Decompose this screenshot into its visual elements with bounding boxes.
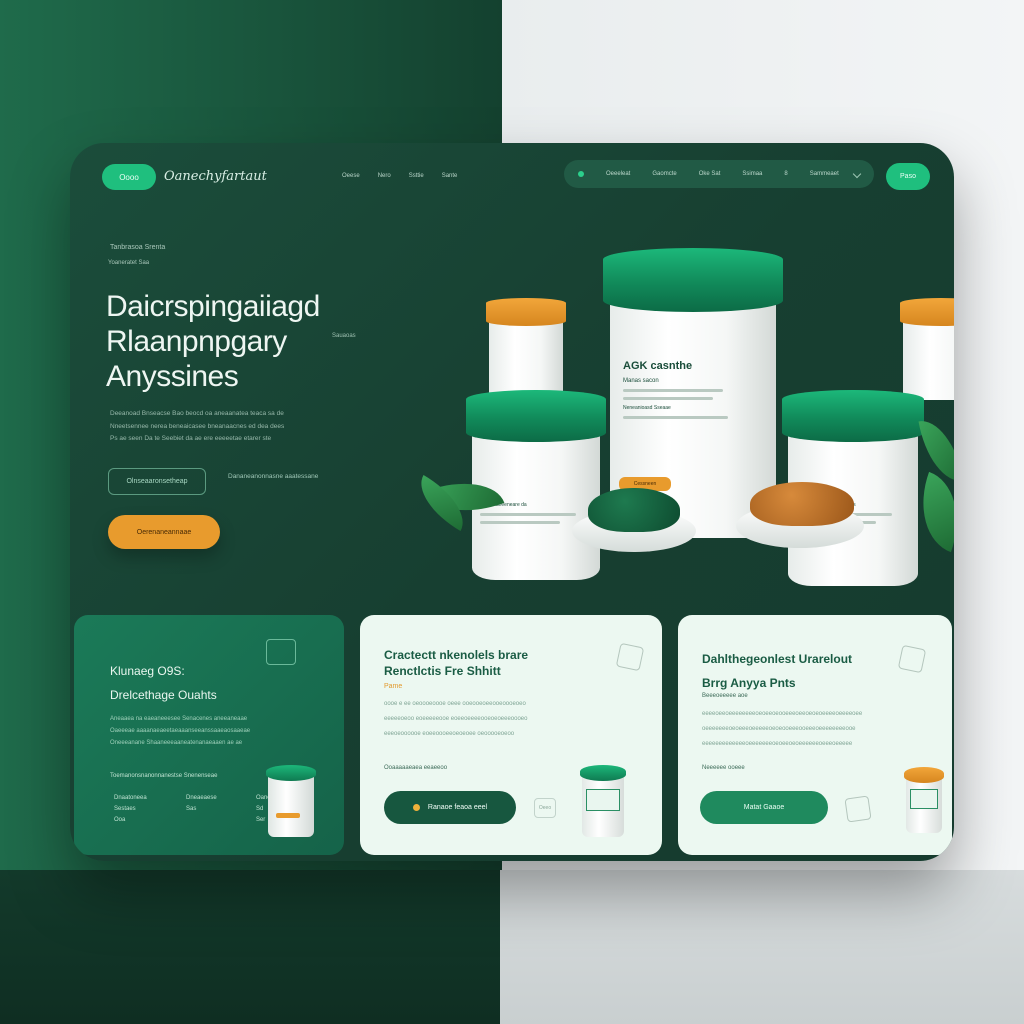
center-jar-line: Neneanioasd Sseaae xyxy=(623,405,671,411)
orange-pellet-pile xyxy=(750,482,854,526)
card-2-body: oooe e ee oeoooeoooe oeee ooeooeoeeooeoo… xyxy=(384,697,629,742)
stat-1-line-1: Dnaatoneea xyxy=(114,795,147,801)
backdrop-left xyxy=(0,870,500,1024)
left-front-jar: Semanaeeeneare da xyxy=(466,390,606,580)
nav-link-3[interactable]: Ssttie xyxy=(409,173,424,179)
hero-title-line-3: Anyssines xyxy=(106,360,239,393)
header-left-pill-button[interactable]: Oooo xyxy=(102,164,156,190)
card-2-title: Cractectt nkenolels brare Renctlctis Fre… xyxy=(384,647,528,679)
hero-title-line-2: Rlaanpnpgary xyxy=(106,325,287,358)
card-2-body-line-2: eeeeeoeoo eoeeeeeooe eoeeoeeeeooeoeoeeeo… xyxy=(384,716,528,722)
feature-card-1[interactable]: Klunaeg O9S: Drelcethage Ouahts Aneaaea … xyxy=(74,615,344,855)
card-1-stat-3: Oanea Sd Ser xyxy=(256,793,274,826)
hero-body-line-3: Ps ae seen Da te Seebiet da ae ere eeeee… xyxy=(110,435,272,442)
card-2-button-label: Ranaoe feaoa eeel xyxy=(427,804,488,811)
center-jar-sub: Manas sacon xyxy=(623,378,659,384)
card-2-title-line-2: Renctlctis Fre Shhitt xyxy=(384,664,501,678)
stat-1-line-3: Ooa xyxy=(114,817,126,823)
card-3-body-line-3: eeeeeeeeeeeeeoeeeeeeeoeoeeoeoeeeeeeoeeeo… xyxy=(702,741,853,747)
nav-bar-item-2[interactable]: Gaomcte xyxy=(652,171,676,177)
card-1-footer: Toemanonsnanonnanestse Snenenseae xyxy=(110,773,218,779)
card-2-body-line-3: eeeoeoooooe eoeeoooeeoeoeoee oeooooeoeoo xyxy=(384,731,515,737)
hero-title-line-1: Daicrspingaiiagd xyxy=(106,290,320,323)
card-3-body: eeeeoeeoeeeeeeeeoeoeeoeooeeeoeeoeoeoeeee… xyxy=(702,707,922,752)
hero-description: Deeanoad Bnseacse Bao beocd oa aneaanate… xyxy=(110,408,360,446)
card-1-body-line-1: Aneaaea na eaeaneeesee Senacenes aneeane… xyxy=(110,716,248,722)
card-3-title: Dahlthegeonlest Urarelout Brrg Anyya Pnt… xyxy=(702,647,852,695)
brand-logo-text[interactable]: Oanechyfartaut xyxy=(164,169,267,184)
card-2-body-line-1: oooe e ee oeoooeoooe oeee ooeooeoeeooeoo… xyxy=(384,701,526,707)
hero-secondary-link[interactable]: Dananeanonnasne aaatessane xyxy=(228,472,318,482)
card-1-stat-2: Dneaeaese Sas xyxy=(186,793,217,826)
card-2-action-button[interactable]: Ranaoe feaoa eeel xyxy=(384,791,516,824)
primary-nav: Oeese Nero Ssttie Sante xyxy=(342,173,457,179)
backdrop-right xyxy=(500,870,1024,1024)
stat-3-line-1: Oanea xyxy=(255,795,274,801)
card-3-footer: Neeeeee ooeee xyxy=(702,765,745,771)
app-window: Oooo Oanechyfartaut Oeese Nero Ssttie Sa… xyxy=(70,143,954,861)
feature-card-2[interactable]: Cractectt nkenolels brare Renctlctis Fre… xyxy=(360,615,662,855)
nav-link-4[interactable]: Sante xyxy=(442,173,458,179)
document-icon xyxy=(266,639,296,665)
status-dot-icon xyxy=(578,171,584,177)
card-3-action-button[interactable]: Matat Gaaoe xyxy=(700,791,828,824)
hero-body-line-2: Nneetsennee nerea beneaicasee bneanaacne… xyxy=(110,422,285,430)
chevron-down-icon[interactable] xyxy=(852,169,862,179)
card-1-stats: Dnaatoneea Sestaes Ooa Dneaeaese Sas Oan… xyxy=(114,793,274,826)
nav-bar-item-1[interactable]: Oeeeleat xyxy=(606,171,630,177)
card-1-stat-1: Dnaatoneea Sestaes Ooa xyxy=(114,793,147,826)
card-2-subtitle: Pame xyxy=(384,683,403,690)
card-3-body-line-2: oeeeeeeeoeoeeeoeeeeeoeoeooeeeooeeeoeeeee… xyxy=(702,726,856,732)
stat-2-line-1: Dneaeaese xyxy=(185,795,217,801)
bulb-icon xyxy=(412,804,420,811)
hero-side-note: Sauaoas xyxy=(332,333,356,339)
card-1-body: Aneaaea na eaeaneeesee Senacenes aneeane… xyxy=(110,713,310,749)
green-pellet-pile xyxy=(588,488,680,532)
stat-1-line-2: Sestaes xyxy=(114,806,136,812)
nav-bar-item-3[interactable]: Oke Sat xyxy=(699,171,721,177)
nav-bar-item-4[interactable]: Ssimaa xyxy=(742,171,762,177)
card-1-title-line-2: Drelcethage Ouahts xyxy=(110,688,217,702)
card-2-title-line-1: Cractectt nkenolels brare xyxy=(384,648,529,662)
stat-2-line-2: Sas xyxy=(185,806,197,812)
feature-card-3[interactable]: Dahlthegeonlest Urarelout Brrg Anyya Pnt… xyxy=(678,615,952,855)
header-right-pill-button[interactable]: Paso xyxy=(886,163,930,190)
card-2-tag[interactable]: Oeeo xyxy=(534,798,556,818)
hero-eyebrow: Tanbrasoa Srenta xyxy=(110,244,166,251)
card-2-product-jar xyxy=(580,765,626,837)
center-jar-label: AGK casnthe Manas sacon Neneanioasd Ssea… xyxy=(623,360,743,424)
hero-eyebrow-secondary: Yoaneratet Saa xyxy=(108,260,150,266)
card-3-title-line-1: Dahlthegeonlest Urarelout xyxy=(702,652,853,666)
stat-3-line-2: Sd xyxy=(255,806,264,812)
card-3-title-line-2: Brrg Anyya Pnts xyxy=(702,676,796,690)
nav-bar-item-6[interactable]: Sammeaet xyxy=(810,171,839,177)
tag-icon xyxy=(615,642,645,672)
card-3-body-line-1: eeeeoeeoeeeeeeeeoeoeeoeooeeeoeeoeoeoeeee… xyxy=(702,711,863,717)
hero-cta-button[interactable]: Oerenaneannaae xyxy=(108,515,220,549)
product-hero-image: AGK casnthe Manas sacon Neneanioasd Ssea… xyxy=(370,238,954,598)
card-2-footer: Ooaaaaaeaea eeaeeoo xyxy=(384,765,448,771)
card-3-secondary-icon[interactable] xyxy=(844,795,872,823)
hero-outline-button[interactable]: Olnseaaronsetheap xyxy=(108,468,206,495)
center-jar-title: AGK casnthe xyxy=(623,360,693,372)
hero-title: Daicrspingaiiagd Rlaanpnpgary Anyssines xyxy=(106,289,396,394)
card-1-body-line-3: Oneeeanane Shaaneeeaaneatenanaeaaen ae a… xyxy=(110,740,243,746)
card-1-title-line-1: Klunaeg O9S: xyxy=(110,664,185,678)
hero-body-line-1: Deeanoad Bnseacse Bao beocd oa aneaanate… xyxy=(110,410,284,417)
nav-link-1[interactable]: Oeese xyxy=(342,173,360,179)
secondary-nav-bar: Oeeeleat Gaomcte Oke Sat Ssimaa 8 Sammea… xyxy=(564,160,874,188)
card-1-body-line-2: Oaeeeae aaaanaeaeetaeaaanseeanssaaeaosaa… xyxy=(110,728,251,734)
nav-bar-item-5[interactable]: 8 xyxy=(784,171,787,177)
box-icon xyxy=(897,644,927,674)
stat-3-line-3: Ser xyxy=(255,817,266,823)
nav-link-2[interactable]: Nero xyxy=(378,173,391,179)
card-1-product-jar xyxy=(266,765,316,837)
card-3-product-jar xyxy=(904,767,944,833)
card-3-subtitle: Beeeoeeeee aoe xyxy=(702,693,748,699)
card-1-title: Klunaeg O9S: Drelcethage Ouahts xyxy=(110,659,217,707)
